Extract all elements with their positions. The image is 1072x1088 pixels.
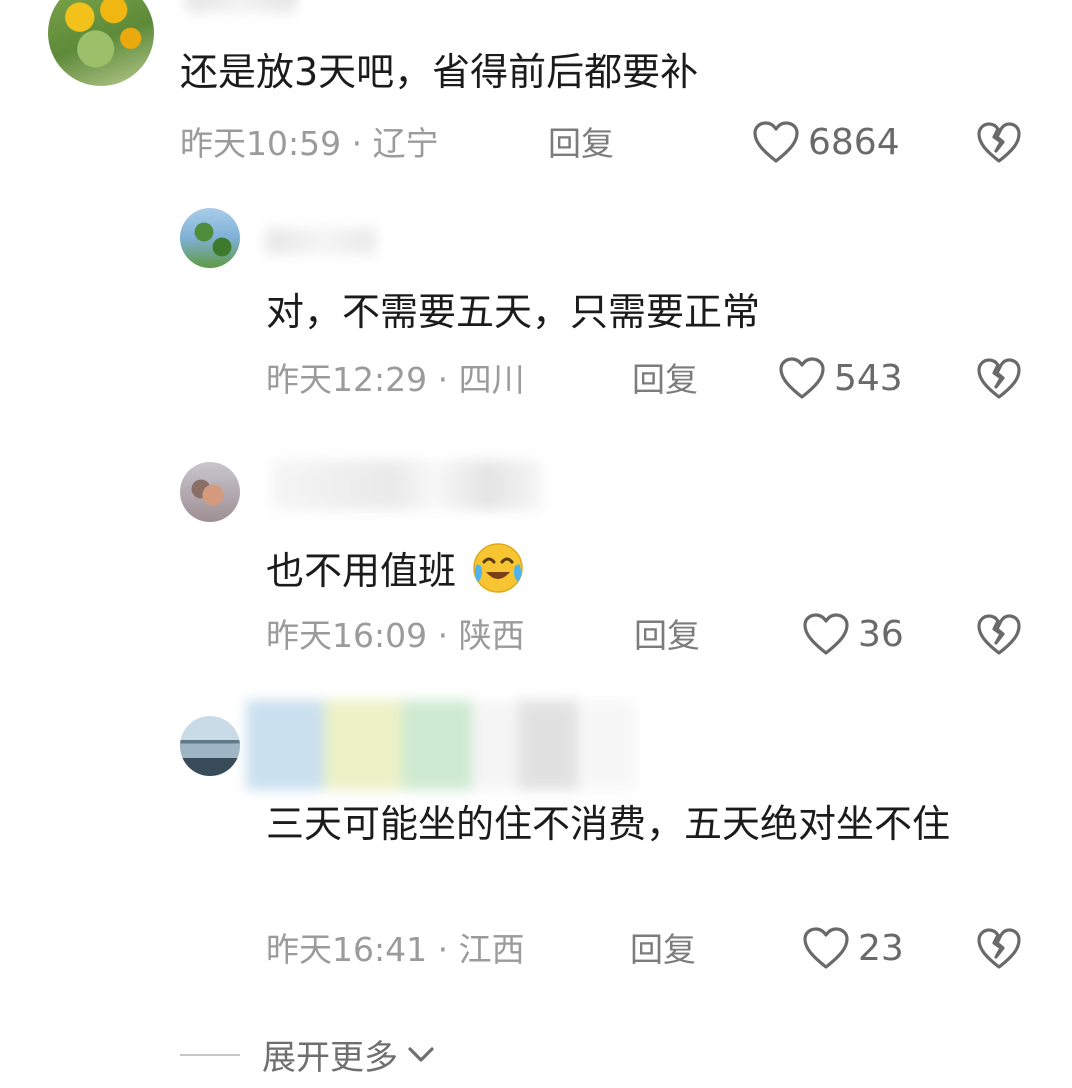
crying-laughing-emoji-icon [470,540,526,596]
dislike-button[interactable] [976,928,1022,970]
username-blurred[interactable] [246,700,636,790]
like-button[interactable]: 36 [802,612,904,656]
dislike-button[interactable] [976,122,1022,164]
comment-text-row: 也不用值班 [266,540,526,597]
reply-button[interactable]: 回复 [632,360,698,400]
comment-text: 也不用值班 [266,549,457,593]
reply-button[interactable]: 回复 [630,930,696,970]
avatar[interactable] [180,208,240,268]
heart-outline-icon [802,926,850,970]
avatar[interactable] [180,716,240,776]
avatar[interactable] [180,462,240,522]
comment-meta: 昨天16:09 · 陕西 [266,616,525,655]
comment-meta: 昨天12:29 · 四川 [266,360,525,399]
username-blurred[interactable] [186,0,296,12]
like-count: 36 [858,613,904,655]
expand-more-label: 展开更多 [262,1038,398,1078]
avatar[interactable] [48,0,154,86]
expand-more-button[interactable]: 展开更多 [180,1030,436,1079]
comment-meta: 昨天10:59 · 辽宁 [180,124,439,163]
comment-text: 三天可能坐的住不消费，五天绝对坐不住 [266,802,951,846]
broken-heart-icon [976,928,1022,970]
dislike-button[interactable] [976,358,1022,400]
username-blurred[interactable] [266,228,376,254]
dislike-button[interactable] [976,614,1022,656]
like-count: 543 [834,357,903,399]
comment-meta: 昨天16:41 · 江西 [266,930,525,969]
like-button[interactable]: 6864 [752,120,900,164]
divider [180,1053,240,1056]
comment-text: 还是放3天吧，省得前后都要补 [180,50,699,94]
reply-button[interactable]: 回复 [634,616,700,656]
heart-outline-icon [802,612,850,656]
like-count: 23 [858,927,904,969]
like-count: 6864 [808,121,900,163]
like-button[interactable]: 23 [802,926,904,970]
chevron-down-icon [406,1044,436,1066]
comment-text: 对，不需要五天，只需要正常 [266,290,761,334]
broken-heart-icon [976,358,1022,400]
username-blurred[interactable] [272,460,542,510]
heart-outline-icon [752,120,800,164]
broken-heart-icon [976,614,1022,656]
broken-heart-icon [976,122,1022,164]
reply-button[interactable]: 回复 [548,124,614,164]
heart-outline-icon [778,356,826,400]
like-button[interactable]: 543 [778,356,903,400]
